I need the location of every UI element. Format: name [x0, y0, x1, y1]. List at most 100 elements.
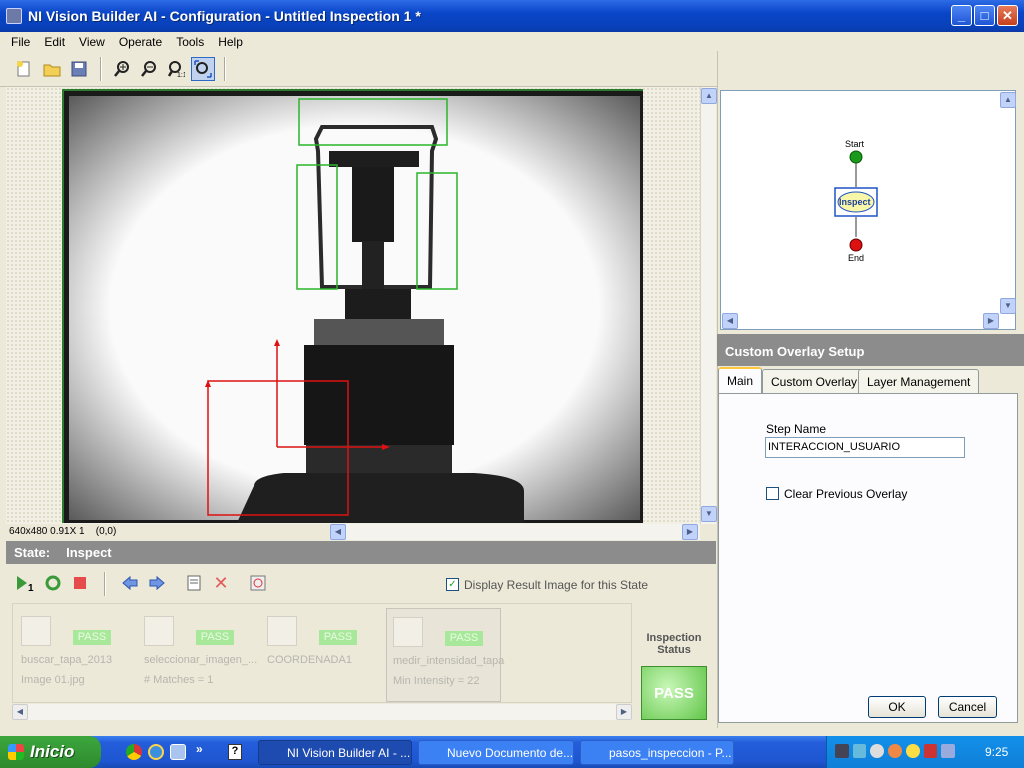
menu-operate[interactable]: Operate [112, 35, 169, 49]
zoom-in-icon[interactable] [110, 57, 134, 81]
settings-icon[interactable] [888, 744, 902, 758]
image-info: 640x480 0.91X 1 [9, 526, 85, 537]
window-title: NI Vision Builder AI - Configuration - U… [28, 8, 421, 24]
scroll-up-button[interactable]: ▲ [1000, 92, 1016, 108]
scroll-left-button[interactable]: ◀ [722, 313, 738, 329]
task-vision-builder[interactable]: NI Vision Builder AI - ... [258, 740, 412, 765]
minimize-button[interactable]: _ [951, 5, 972, 26]
state-label: State: [14, 545, 51, 560]
start-node[interactable] [849, 150, 863, 164]
measure-intensity-icon [393, 617, 423, 647]
menu-edit[interactable]: Edit [37, 35, 72, 49]
antivirus-icon[interactable] [923, 744, 938, 758]
menu-help[interactable]: Help [211, 35, 250, 49]
scroll-left-button[interactable]: ◀ [330, 524, 346, 540]
ok-button[interactable]: OK [868, 696, 926, 718]
image-coords: (0,0) [95, 526, 117, 537]
menu-view[interactable]: View [72, 35, 112, 49]
step-item[interactable]: PASS seleccionar_imagen_... # Matches = … [138, 614, 257, 700]
scroll-right-button[interactable]: ▶ [983, 313, 999, 329]
update-icon[interactable] [941, 744, 956, 758]
start-label: Inicio [30, 742, 75, 761]
title-bar: NI Vision Builder AI - Configuration - U… [0, 0, 1024, 32]
task-pasos-inspeccion[interactable]: pasos_inspeccion - P... [580, 740, 734, 765]
inspection-image[interactable] [62, 89, 643, 523]
zoom-fit-icon[interactable] [191, 57, 215, 81]
step-status: PASS [445, 631, 483, 646]
move-right-icon[interactable] [145, 571, 169, 595]
overlay-icon[interactable] [246, 571, 270, 595]
zoom-1to1-icon[interactable]: 1:1 [164, 57, 188, 81]
scroll-down-button[interactable]: ▼ [1000, 298, 1016, 314]
scroll-up-button[interactable]: ▲ [701, 88, 717, 104]
scroll-left-button[interactable]: ◀ [12, 704, 28, 720]
step-status: PASS [319, 630, 357, 645]
run-step-icon[interactable]: 1 [14, 571, 38, 595]
delete-step-icon[interactable]: ✕ [209, 571, 233, 595]
run-continuous-icon[interactable] [41, 571, 65, 595]
state-diagram: Start Inspect End ▲ ▼ ◀ ▶ [720, 90, 1016, 330]
cancel-button[interactable]: Cancel [938, 696, 997, 718]
new-file-icon[interactable] [12, 57, 36, 81]
start-button[interactable]: Inicio [0, 736, 101, 768]
quicklaunch-more-icon[interactable]: » [196, 742, 203, 756]
end-node[interactable] [849, 238, 863, 252]
inspection-steps-area: PASS buscar_tapa_2013 Image 01.jpg PASS … [12, 603, 632, 703]
step-item[interactable]: PASS buscar_tapa_2013 Image 01.jpg [15, 614, 130, 700]
system-tray: 9:25 [826, 736, 1024, 768]
power-icon[interactable] [870, 744, 885, 758]
move-left-icon[interactable] [118, 571, 142, 595]
scroll-down-button[interactable]: ▼ [701, 506, 717, 522]
maximize-button[interactable]: □ [974, 5, 995, 26]
tab-content: Step Name INTERACCION_USUARIO Clear Prev… [718, 393, 1018, 723]
tab-main[interactable]: Main [718, 367, 763, 394]
menu-bar: File Edit View Operate Tools Help [0, 32, 1024, 51]
step-properties-icon[interactable] [182, 571, 206, 595]
menu-file[interactable]: File [4, 35, 37, 49]
menu-tools[interactable]: Tools [169, 35, 211, 49]
zoom-out-icon[interactable] [137, 57, 161, 81]
step-name-label: Step Name [766, 422, 827, 436]
step-name: seleccionar_imagen_... [144, 654, 258, 666]
app-icon [6, 8, 22, 24]
inspection-status-label: Inspection Status [646, 632, 702, 656]
step-status: PASS [73, 630, 111, 645]
tab-layer-management[interactable]: Layer Management [858, 369, 980, 393]
clear-overlay-checkbox[interactable] [766, 487, 779, 500]
clock: 9:25 [985, 745, 1009, 759]
open-folder-icon[interactable] [40, 57, 64, 81]
help-task-icon[interactable]: ? [228, 744, 242, 760]
step-name-field[interactable]: INTERACCION_USUARIO [765, 437, 965, 458]
svg-text:1:1: 1:1 [177, 72, 185, 78]
acquire-image-icon [21, 616, 51, 646]
image-horizontal-scrollbar[interactable]: ◀ ▶ [330, 524, 700, 540]
stop-icon[interactable] [68, 571, 92, 595]
step-name: medir_intensidad_tapa [393, 655, 505, 667]
ie-icon[interactable] [148, 744, 164, 760]
display-result-checkbox[interactable]: ✓ [446, 578, 459, 591]
save-icon[interactable] [67, 57, 91, 81]
overlay-setup-title: Custom Overlay Setup [717, 334, 1024, 366]
scroll-right-button[interactable]: ▶ [616, 704, 632, 720]
volume-icon[interactable] [852, 744, 867, 758]
toolbar-separator [104, 572, 106, 596]
inspection-status-indicator: PASS [641, 666, 707, 720]
close-button[interactable]: ✕ [997, 5, 1018, 26]
security-icon[interactable] [905, 744, 920, 758]
browser-icon[interactable] [170, 744, 186, 760]
scroll-right-button[interactable]: ▶ [682, 524, 698, 540]
task-nuevo-documento[interactable]: Nuevo Documento de... [418, 740, 574, 765]
chrome-icon[interactable] [126, 744, 142, 760]
windows-logo-icon [8, 744, 24, 760]
match-pattern-icon [144, 616, 174, 646]
toolbar-separator [224, 57, 226, 81]
step-result: Image 01.jpg [21, 674, 85, 686]
step-item[interactable]: PASS COORDENADA1 [261, 614, 376, 700]
tray-icons [835, 744, 956, 760]
state-value: Inspect [66, 545, 112, 560]
step-item-selected[interactable]: PASS medir_intensidad_tapa Min Intensity… [386, 608, 505, 702]
tab-custom-overlay[interactable]: Custom Overlay [762, 369, 867, 393]
image-vertical-scrollbar[interactable]: ▲ ▼ [700, 87, 717, 524]
steps-horizontal-scrollbar[interactable]: ◀ ▶ [12, 704, 632, 720]
network-icon[interactable] [835, 744, 849, 758]
